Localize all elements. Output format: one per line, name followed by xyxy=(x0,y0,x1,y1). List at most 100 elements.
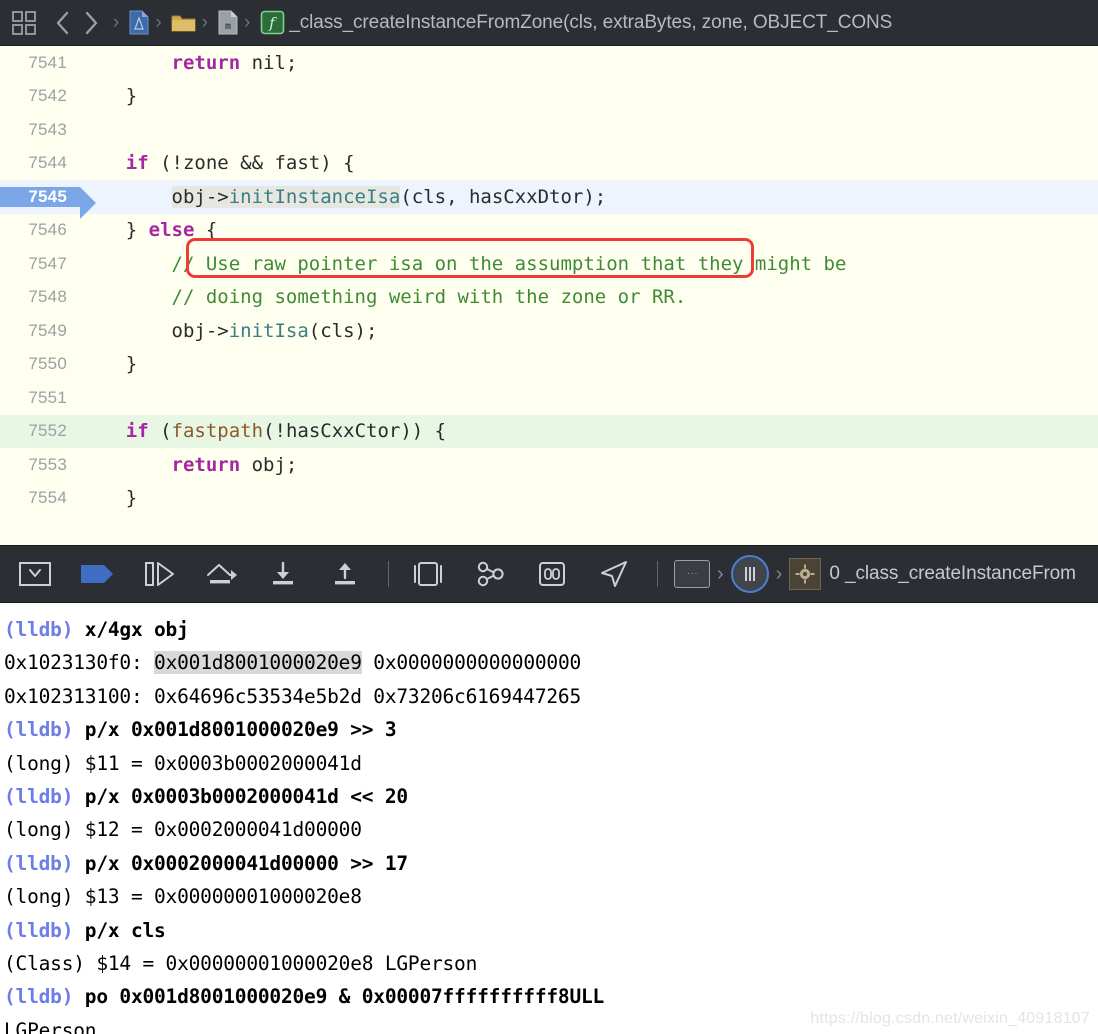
code-token: obj; xyxy=(240,453,298,476)
code-line[interactable] xyxy=(0,515,1098,545)
code-line[interactable]: 7553 return obj; xyxy=(0,448,1098,482)
code-line[interactable]: 7552 if (fastpath(!hasCxxCtor)) { xyxy=(0,414,1098,448)
line-number[interactable]: 7552 xyxy=(0,421,80,441)
console-command-text: po 0x001d8001000020e9 & 0x00007fffffffff… xyxy=(84,985,605,1009)
code-line[interactable]: 7544 if (!zone && fast) { xyxy=(0,147,1098,181)
console-output-text: LGPerson xyxy=(4,1018,97,1034)
line-number[interactable]: 7545 xyxy=(0,186,96,219)
deactivate-breakpoints-button[interactable] xyxy=(74,554,120,594)
code-token: else xyxy=(148,219,195,242)
code-token: if xyxy=(125,152,149,175)
toolbar-divider xyxy=(388,561,389,587)
lldb-prompt: (lldb) xyxy=(4,718,85,742)
debug-breadcrumb-separator: › xyxy=(775,562,783,585)
code-line[interactable]: 7545 obj->initInstanceIsa(cls, hasCxxDto… xyxy=(0,180,1098,219)
code-line[interactable]: 7546 } else { xyxy=(0,214,1098,248)
lldb-prompt: (lldb) xyxy=(4,851,85,875)
breadcrumb-source-file[interactable]: m xyxy=(217,10,239,36)
code-line[interactable]: 7547 // Use raw pointer isa on the assum… xyxy=(0,247,1098,281)
process-icon[interactable]: ··· xyxy=(674,560,710,588)
line-number[interactable]: 7550 xyxy=(0,354,80,374)
console-command-text: p/x cls xyxy=(84,918,166,942)
code-token: obj-> xyxy=(80,319,229,342)
code-line[interactable]: 7548 // doing something weird with the z… xyxy=(0,281,1098,315)
gear-icon[interactable] xyxy=(789,558,822,590)
code-line-text: // Use raw pointer isa on the assumption… xyxy=(80,253,1098,275)
breadcrumb-folder[interactable] xyxy=(171,12,197,34)
hide-debug-area-button[interactable] xyxy=(12,554,58,594)
step-into-button[interactable] xyxy=(260,554,306,594)
line-number[interactable]: 7544 xyxy=(0,153,80,173)
code-line[interactable]: 7554 } xyxy=(0,482,1098,516)
code-line-text: if (fastpath(!hasCxxCtor)) { xyxy=(80,420,1098,442)
line-number[interactable]: 7551 xyxy=(0,388,80,408)
code-token: (!zone && fast) { xyxy=(148,152,355,175)
project-document-icon xyxy=(128,10,150,36)
code-line-text: } xyxy=(80,85,1098,107)
code-token: } xyxy=(80,85,138,108)
chevron-right-icon[interactable] xyxy=(80,8,102,38)
breadcrumb-title[interactable]: _class_createInstanceFromZone(cls, extra… xyxy=(289,12,892,34)
view-hierarchy-button[interactable] xyxy=(405,554,451,594)
breadcrumb-separator: › xyxy=(113,11,120,33)
console-output-text: 0x001d8001000020e9 xyxy=(154,651,362,675)
line-number[interactable]: 7553 xyxy=(0,455,80,475)
code-line[interactable]: 7542 } xyxy=(0,80,1098,114)
code-line[interactable]: 7543 xyxy=(0,113,1098,147)
line-number[interactable]: 7541 xyxy=(0,53,80,73)
code-line[interactable]: 7541 return nil; xyxy=(0,46,1098,80)
breadcrumb-project[interactable] xyxy=(128,10,150,36)
breadcrumb-separator: › xyxy=(201,11,208,33)
code-line[interactable]: 7550 } xyxy=(0,348,1098,382)
environment-overrides-button[interactable] xyxy=(529,554,575,594)
memory-graph-button[interactable] xyxy=(467,554,513,594)
line-number[interactable]: 7543 xyxy=(0,120,80,140)
code-line-text: return nil; xyxy=(80,52,1098,74)
thread-stack-icon[interactable] xyxy=(730,555,769,593)
console-output-line: 0x102313100: 0x64696c53534e5b2d 0x73206c… xyxy=(4,680,1098,713)
xcode-window: › › › m › f _class_createInstanceFromZon… xyxy=(0,0,1098,1034)
code-token: (!hasCxxCtor)) { xyxy=(263,420,447,443)
code-line-text: } xyxy=(80,353,1098,375)
console-command-line: (lldb) p/x cls xyxy=(4,914,1098,947)
console-output-text: (Class) $14 = 0x00000001000020e8 LGPerso… xyxy=(4,951,478,975)
toolbar-divider xyxy=(657,561,658,587)
code-token: obj-> xyxy=(171,185,229,208)
console-command-line: (lldb) p/x 0x0003b0002000041d << 20 xyxy=(4,780,1098,813)
line-number[interactable]: 7542 xyxy=(0,86,80,106)
line-number[interactable]: 7546 xyxy=(0,220,80,240)
chevron-left-icon[interactable] xyxy=(52,8,74,38)
grid-icon[interactable] xyxy=(10,9,38,37)
code-token: ( xyxy=(148,420,172,443)
line-number[interactable]: 7554 xyxy=(0,488,80,508)
code-line[interactable]: 7551 xyxy=(0,381,1098,415)
console-output-line: (long) $11 = 0x0003b0002000041d xyxy=(4,747,1098,780)
console-command-line: (lldb) po 0x001d8001000020e9 & 0x00007ff… xyxy=(4,980,1098,1013)
lldb-console[interactable]: (lldb) x/4gx obj 0x1023130f0: 0x001d80010… xyxy=(0,603,1098,1034)
console-command-text: p/x 0x0003b0002000041d << 20 xyxy=(84,784,408,808)
breadcrumb-symbol[interactable]: f xyxy=(259,10,285,36)
code-token: initIsa xyxy=(228,319,309,342)
line-number[interactable]: 7549 xyxy=(0,321,80,341)
line-number[interactable]: 7548 xyxy=(0,287,80,307)
code-line-text: return obj; xyxy=(80,454,1098,476)
continue-button[interactable] xyxy=(136,554,182,594)
console-output-text: 0x0000000000000000 xyxy=(361,651,582,675)
code-token: return xyxy=(171,51,241,74)
console-command-line: (lldb) x/4gx obj xyxy=(4,613,1098,646)
location-arrow-icon[interactable] xyxy=(591,554,637,594)
console-output-line: (long) $13 = 0x00000001000020e8 xyxy=(4,880,1098,913)
code-line-text: } else { xyxy=(80,219,1098,241)
code-editor[interactable]: 7541 return nil; 7542 } 7543 7544 if (!zone… xyxy=(0,46,1098,545)
lldb-prompt: (lldb) xyxy=(4,918,85,942)
step-over-button[interactable] xyxy=(198,554,244,594)
line-number[interactable]: 7547 xyxy=(0,254,80,274)
code-line[interactable]: 7549 obj->initIsa(cls); xyxy=(0,314,1098,348)
current-frame-label[interactable]: 0 _class_createInstanceFrom xyxy=(829,563,1076,585)
breadcrumb-separator: › xyxy=(155,11,162,33)
console-command-line: (lldb) p/x 0x001d8001000020e9 >> 3 xyxy=(4,713,1098,746)
step-out-button[interactable] xyxy=(322,554,368,594)
